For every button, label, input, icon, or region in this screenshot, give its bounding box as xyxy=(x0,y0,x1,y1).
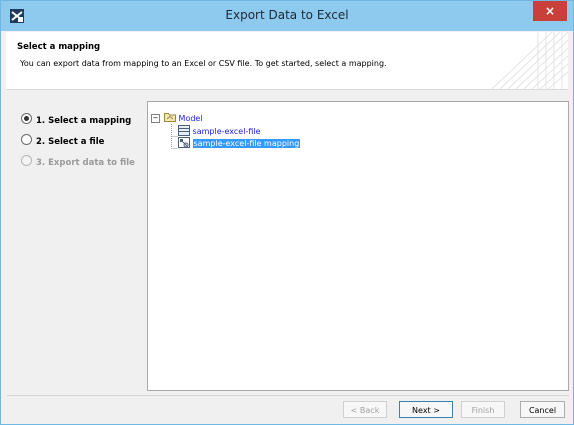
excel-file-icon xyxy=(178,125,190,136)
radio-selected-icon xyxy=(21,113,32,124)
collapse-expander-icon[interactable]: − xyxy=(151,114,160,123)
step-label: 3. Export data to file xyxy=(36,158,135,168)
tree-node-sample-excel-file[interactable]: sample-excel-file xyxy=(178,125,261,136)
finish-button[interactable]: Finish xyxy=(461,401,505,418)
back-button[interactable]: < Back xyxy=(343,401,387,418)
wizard-steps-panel: 1. Select a mapping 2. Select a file 3. … xyxy=(7,99,144,391)
step-select-file[interactable]: 2. Select a file xyxy=(21,134,104,148)
title-bar[interactable]: Export Data to Excel × xyxy=(1,1,573,31)
footer-divider xyxy=(7,395,569,396)
tree-node-label: sample-excel-file xyxy=(192,127,261,136)
step-label: 1. Select a mapping xyxy=(36,116,132,126)
step-select-mapping[interactable]: 1. Select a mapping xyxy=(21,113,131,127)
radio-icon xyxy=(21,134,32,145)
next-button[interactable]: Next > xyxy=(399,401,453,418)
mapping-tree[interactable]: − Model sample-excel-file sample-excel-f… xyxy=(147,101,569,391)
step-export-data: 3. Export data to file xyxy=(21,155,135,169)
export-dialog-window: Export Data to Excel × Select a mapping … xyxy=(0,0,574,425)
tree-node-label: sample-excel-file mapping xyxy=(192,139,301,148)
mapping-icon xyxy=(178,137,190,148)
package-icon xyxy=(164,113,176,122)
header-title: Select a mapping xyxy=(17,42,101,52)
tree-node-label: Model xyxy=(178,114,203,123)
close-button[interactable]: × xyxy=(533,1,567,21)
window-title: Export Data to Excel xyxy=(225,8,349,22)
tree-node-sample-excel-file-mapping[interactable]: sample-excel-file mapping xyxy=(178,137,301,148)
step-label: 2. Select a file xyxy=(36,137,105,147)
tree-node-model[interactable]: Model xyxy=(164,112,203,123)
header-decoration-graphic xyxy=(491,32,568,89)
wizard-header: Select a mapping You can export data fro… xyxy=(6,32,568,90)
radio-disabled-icon xyxy=(21,155,32,166)
header-description: You can export data from mapping to an E… xyxy=(20,59,387,68)
cancel-button[interactable]: Cancel xyxy=(520,401,565,418)
